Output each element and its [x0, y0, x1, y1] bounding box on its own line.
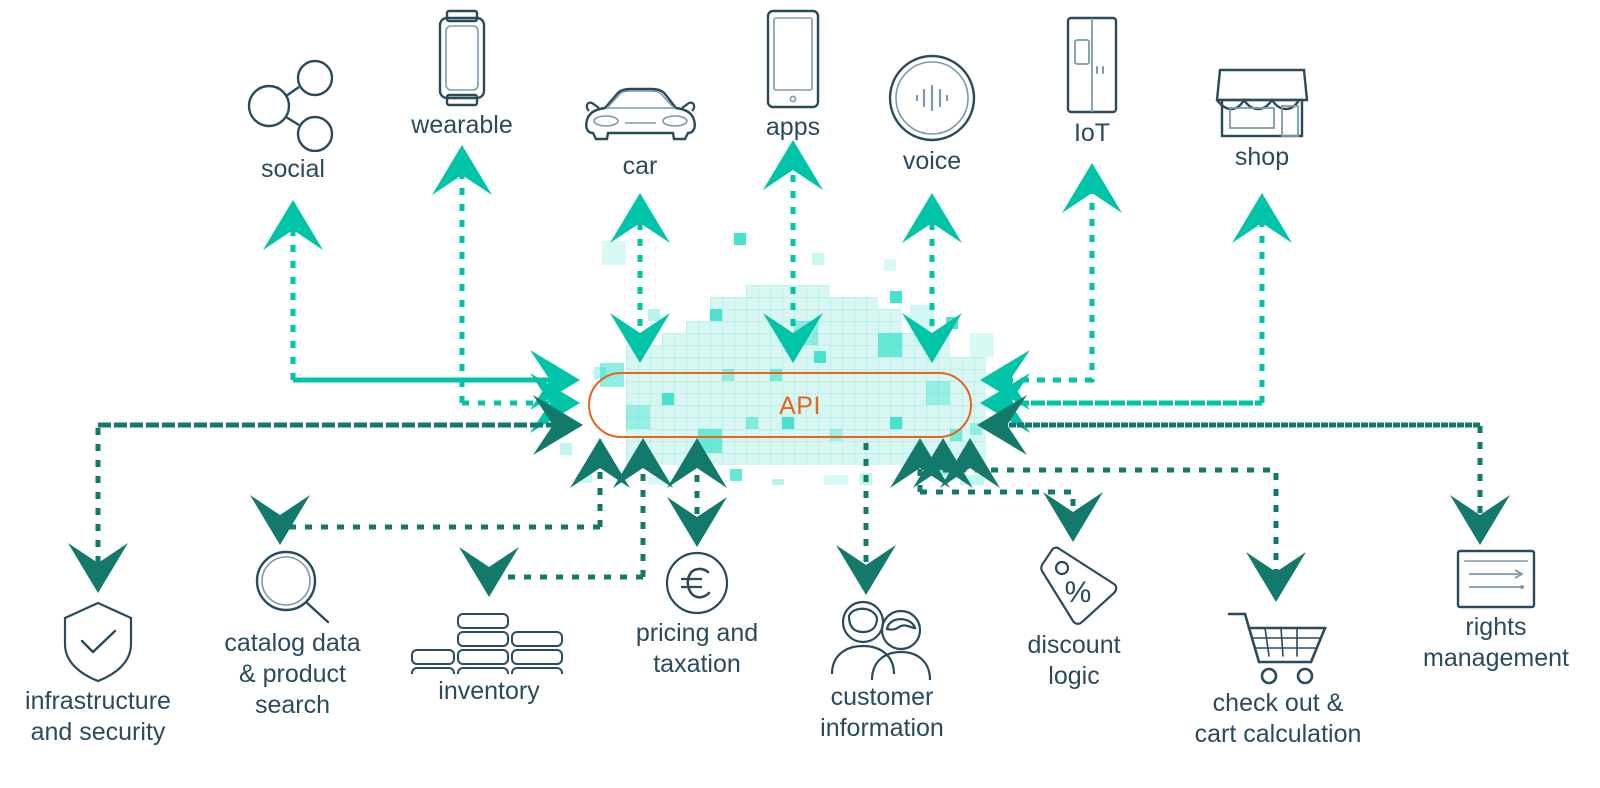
api-ecosystem-diagram: API social wearable car apps voice IoT s… — [0, 0, 1600, 788]
euro-coin-icon — [664, 550, 730, 616]
channel-label-car: car — [622, 152, 658, 180]
service-node-pricing[interactable]: pricing and taxation — [614, 550, 780, 680]
channel-node-iot[interactable]: IoT — [1032, 14, 1152, 149]
channel-label-social: social — [261, 155, 325, 183]
wire-discount-down — [920, 489, 1103, 542]
service-node-checkout[interactable]: check out & cart calculation — [1188, 608, 1368, 750]
service-node-infrastructure[interactable]: infrastructure and security — [3, 600, 193, 748]
service-label-customer: customer information — [820, 683, 944, 742]
channel-label-voice: voice — [902, 147, 962, 175]
service-node-discount[interactable]: % discount logic — [1012, 544, 1136, 692]
service-label-pricing: pricing and taxation — [635, 619, 759, 678]
wire-catalog-down — [250, 495, 600, 545]
refrigerator-icon — [1056, 14, 1128, 116]
channel-node-wearable[interactable]: wearable — [397, 8, 527, 141]
service-node-customer[interactable]: customer information — [797, 598, 967, 744]
shopping-cart-icon — [1225, 608, 1331, 686]
svg-text:%: % — [1065, 576, 1092, 609]
service-label-catalog: catalog data & product search — [224, 629, 361, 719]
service-label-rights: rights management — [1423, 613, 1569, 672]
channel-node-apps[interactable]: apps — [733, 8, 853, 143]
storefront-icon — [1212, 58, 1312, 140]
wire-rights-down — [985, 422, 1510, 545]
voice-assistant-icon — [886, 52, 978, 144]
two-people-icon — [827, 598, 937, 680]
tablet-icon — [762, 8, 824, 110]
service-label-discount: discount logic — [1027, 631, 1121, 690]
document-card-icon — [1455, 548, 1537, 610]
wire-iot-up — [990, 163, 1122, 383]
channel-label-apps: apps — [765, 113, 821, 141]
channel-node-social[interactable]: social — [228, 52, 358, 185]
channel-node-shop[interactable]: shop — [1200, 58, 1324, 173]
channel-label-shop: shop — [1234, 143, 1290, 171]
channel-label-iot: IoT — [1073, 119, 1111, 147]
car-icon — [581, 85, 699, 149]
channel-node-voice[interactable]: voice — [872, 52, 992, 177]
service-node-rights[interactable]: rights management — [1398, 548, 1594, 674]
service-label-inventory: inventory — [438, 677, 540, 705]
channel-label-wearable: wearable — [411, 111, 513, 139]
inventory-bars-icon — [410, 612, 568, 674]
share-network-icon — [243, 52, 343, 152]
service-label-infrastructure: infrastructure and security — [25, 687, 171, 746]
magnifier-icon — [250, 548, 336, 626]
percent-tag-icon: % — [1028, 544, 1120, 628]
smartwatch-icon — [426, 8, 498, 108]
service-node-catalog[interactable]: catalog data & product search — [205, 548, 380, 721]
channel-node-car[interactable]: car — [572, 85, 708, 182]
service-node-inventory[interactable]: inventory — [409, 612, 569, 707]
service-label-checkout: check out & cart calculation — [1194, 689, 1362, 748]
wire-shop-up — [990, 193, 1292, 406]
shield-check-icon — [61, 600, 135, 684]
